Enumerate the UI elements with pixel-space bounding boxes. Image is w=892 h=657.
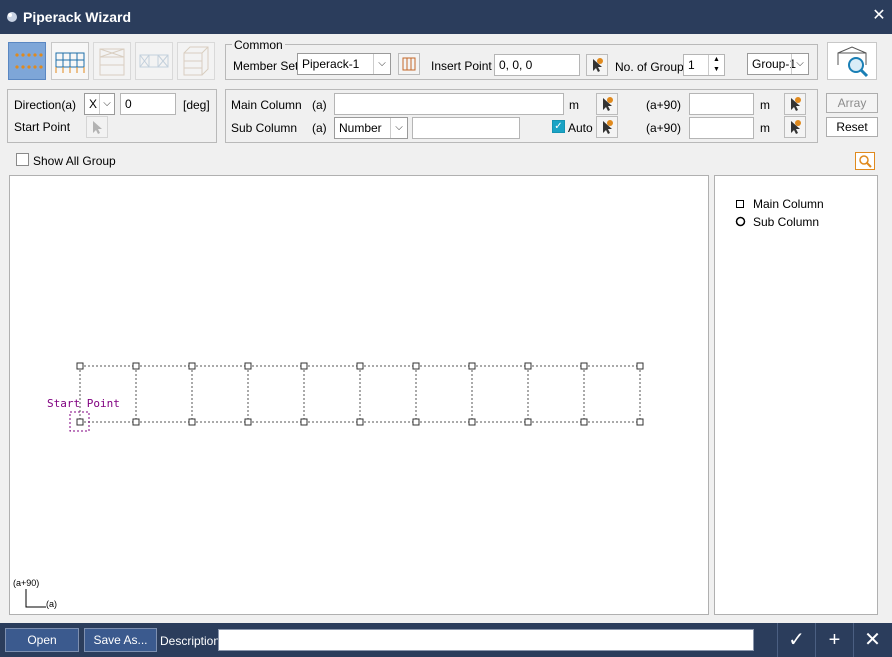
- sub-a-label: (a): [312, 121, 327, 135]
- array-button[interactable]: Array: [826, 93, 878, 113]
- insert-point-label: Insert Point: [431, 59, 492, 73]
- save-as-button[interactable]: Save As...: [84, 628, 157, 652]
- sub-column-a-input[interactable]: [412, 117, 520, 139]
- main-a90-unit: m: [760, 98, 770, 112]
- axis-a90-label: (a+90): [13, 578, 39, 588]
- legend-panel: Main Column Sub Column: [714, 175, 878, 615]
- auto-label: Auto: [568, 121, 593, 135]
- sub-a90-label: (a+90): [646, 121, 682, 135]
- show-all-group-checkbox[interactable]: [16, 153, 29, 166]
- zoom-model-icon: [837, 46, 869, 78]
- chevron-down-icon: ⌵: [373, 54, 390, 74]
- direction-label: Direction(a): [14, 98, 77, 112]
- group-select-value: Group-1: [752, 57, 797, 71]
- direction-axis-select[interactable]: X ⌵: [84, 93, 115, 115]
- sub-a-pick-button[interactable]: [596, 116, 618, 138]
- axis-indicator: [25, 589, 46, 608]
- confirm-check-icon[interactable]: ✓: [777, 623, 815, 657]
- chevron-down-icon: ⌵: [99, 94, 114, 114]
- no-of-group-input[interactable]: 1 ▲ ▼: [683, 54, 725, 76]
- app-icon: [7, 12, 17, 22]
- zoom-fit-button[interactable]: [855, 152, 875, 170]
- cursor-pick-icon: [791, 120, 801, 134]
- frame-plan-icon: [55, 52, 85, 73]
- open-button[interactable]: Open: [5, 628, 79, 652]
- sub-column-type-value: Number: [339, 121, 382, 135]
- frame-plan-button[interactable]: [51, 42, 89, 80]
- sub-column-type-select[interactable]: Number ⌵: [334, 117, 408, 139]
- auto-checkbox[interactable]: ✓: [552, 120, 565, 133]
- sub-a90-pick-button[interactable]: [784, 116, 806, 138]
- add-plus-icon[interactable]: +: [815, 623, 853, 657]
- 3d-frame-button[interactable]: [177, 42, 215, 80]
- insert-point-pick-button[interactable]: [586, 54, 608, 76]
- start-point-text: Start Point: [47, 397, 120, 410]
- description-label: Description: [160, 634, 221, 648]
- angle-unit-label: [deg]: [183, 98, 210, 112]
- main-a-unit: m: [569, 98, 579, 112]
- sub-a90-unit: m: [760, 121, 770, 135]
- main-a-pick-button[interactable]: [596, 93, 618, 115]
- cursor-pick-icon: [791, 97, 801, 111]
- main-column-a90-input[interactable]: [689, 93, 754, 115]
- member-set-value: Piperack-1: [302, 57, 360, 71]
- insert-point-input[interactable]: 0, 0, 0: [494, 54, 580, 76]
- member-set-edit-button[interactable]: [398, 53, 420, 75]
- 3d-frame-icon: [183, 46, 209, 76]
- chevron-down-icon: ⌵: [791, 54, 808, 74]
- member-set-label: Member Set: [233, 59, 299, 73]
- main-a-label: (a): [312, 98, 327, 112]
- sub-column-symbol-icon: [735, 216, 746, 227]
- elevation-button[interactable]: [93, 42, 131, 80]
- main-column-a-input[interactable]: [334, 93, 564, 115]
- grid-points-icon: [15, 53, 43, 69]
- bottom-bar: Open Save As... Description ✓ + ✕: [0, 623, 892, 657]
- cursor-pick-icon: [93, 121, 102, 134]
- description-input[interactable]: [218, 629, 754, 651]
- main-column-symbol-icon: [736, 200, 744, 208]
- sub-column-a90-input[interactable]: [689, 117, 754, 139]
- sub-column-label: Sub Column: [231, 121, 298, 135]
- grid-points-button[interactable]: [8, 42, 46, 80]
- bracing-plan-icon: [139, 54, 169, 68]
- direction-axis-value: X: [89, 97, 98, 111]
- no-of-group-value: 1: [688, 58, 695, 72]
- show-all-group-label: Show All Group: [33, 154, 116, 168]
- direction-angle-input[interactable]: 0: [120, 93, 176, 115]
- window-title: Piperack Wizard: [23, 9, 132, 25]
- no-of-group-label: No. of Group: [615, 60, 684, 74]
- main-a90-label: (a+90): [646, 98, 682, 112]
- close-icon[interactable]: ✕: [870, 7, 888, 25]
- preview-3d-button[interactable]: [827, 42, 877, 80]
- elevation-icon: [99, 48, 125, 76]
- group-select[interactable]: Group-1 ⌵: [747, 53, 809, 75]
- chevron-down-icon: ⌵: [390, 118, 407, 138]
- title-bar: Piperack Wizard ✕: [0, 0, 892, 34]
- common-group-label: Common: [232, 38, 285, 52]
- cursor-pick-icon: [603, 97, 613, 111]
- cursor-pick-icon: [603, 120, 613, 134]
- main-column-label: Main Column: [231, 98, 302, 112]
- legend-sub-column: Sub Column: [753, 215, 820, 229]
- frame-edit-icon: [402, 57, 416, 71]
- spinner-arrows-icon[interactable]: ▲ ▼: [708, 55, 724, 75]
- main-a90-pick-button[interactable]: [784, 93, 806, 115]
- cursor-pick-icon: [593, 58, 603, 72]
- cancel-close-icon[interactable]: ✕: [853, 623, 891, 657]
- drawing-canvas[interactable]: Start Point (a+90) (a): [9, 175, 709, 615]
- start-point-label: Start Point: [14, 120, 71, 134]
- magnifier-icon: [859, 155, 872, 168]
- legend-main-column: Main Column: [753, 197, 824, 211]
- member-set-select[interactable]: Piperack-1 ⌵: [297, 53, 391, 75]
- reset-button[interactable]: Reset: [826, 117, 878, 137]
- bracing-plan-button[interactable]: [135, 42, 173, 80]
- axis-a-label: (a): [46, 599, 57, 609]
- start-point-pick-button[interactable]: [86, 116, 108, 138]
- piperack-grid: Start Point (a+90) (a): [13, 362, 644, 609]
